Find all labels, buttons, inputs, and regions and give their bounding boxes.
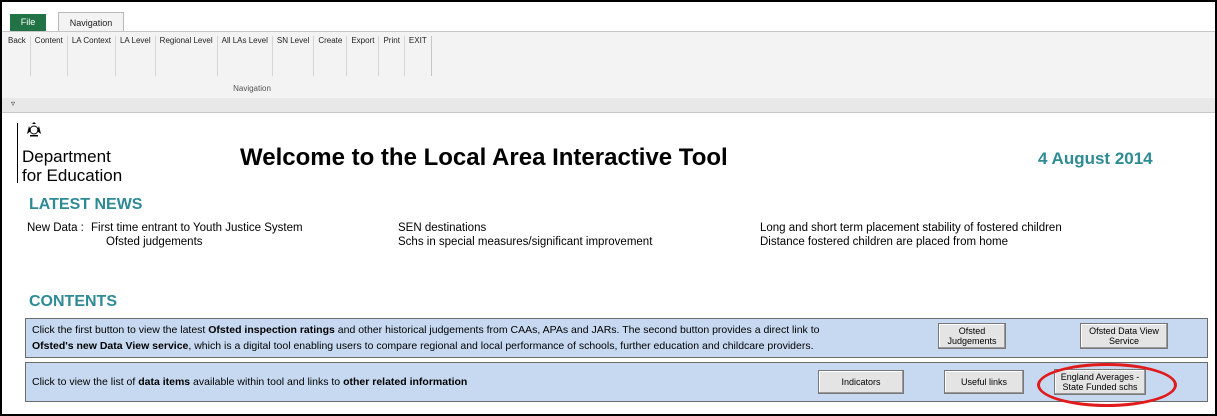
news-item: First time entrant to Youth Justice Syst…	[91, 222, 303, 234]
department-line-1: Department	[22, 147, 111, 166]
ofsted-judgements-button[interactable]: Ofsted Judgements	[938, 323, 1006, 349]
panel2-text-2: available within tool and links to	[190, 376, 344, 388]
collapse-chevron-icon[interactable]: ▿	[11, 99, 15, 108]
logo-divider-line	[17, 123, 18, 183]
ribbon-la-context-button[interactable]: LA Context	[68, 36, 116, 76]
ribbon-collapse-bar: ▿	[2, 98, 1215, 113]
page-date: 4 August 2014	[1038, 149, 1153, 168]
ribbon-create-button[interactable]: Create	[314, 36, 348, 76]
panel1-bold-2: Ofsted's new Data View service	[32, 340, 189, 352]
ribbon-regional-level-button[interactable]: Regional Level	[156, 36, 218, 76]
department-logo-text: Department for Education	[22, 147, 122, 185]
panel2-bold-2: other related information	[343, 376, 468, 388]
panel1-text-3: , which is a digital tool enabling users…	[188, 340, 814, 352]
royal-crest-icon	[27, 122, 41, 137]
news-item: Long and short term placement stability …	[760, 222, 1062, 234]
panel1-text-1: Click the first button to view the lates…	[32, 324, 209, 336]
ribbon-all-las-level-button[interactable]: All LAs Level	[218, 36, 273, 76]
department-line-2: for Education	[22, 166, 123, 185]
england-averages-button[interactable]: England Averages - State Funded schs	[1054, 369, 1146, 395]
news-item: Ofsted judgements	[106, 236, 203, 248]
tab-navigation[interactable]: Navigation	[58, 12, 124, 33]
sheet-content: Department for Education Welcome to the …	[2, 113, 1215, 414]
news-item: SEN destinations	[398, 222, 487, 234]
page-title: Welcome to the Local Area Interactive To…	[240, 144, 728, 171]
tab-file[interactable]: File	[10, 14, 46, 31]
ribbon-back-button[interactable]: Back	[4, 36, 31, 76]
data-items-panel-text: Click to view the list of data items ava…	[32, 374, 812, 390]
contents-heading: CONTENTS	[29, 293, 117, 310]
panel1-bold-1: Ofsted inspection ratings	[208, 324, 335, 336]
ribbon-panel: Back Content LA Context LA Level Regiona…	[2, 31, 1215, 99]
useful-links-button[interactable]: Useful links	[944, 370, 1024, 394]
ofsted-panel: Click the first button to view the lates…	[25, 318, 1208, 358]
ribbon-sn-level-button[interactable]: SN Level	[273, 36, 315, 76]
indicators-button[interactable]: Indicators	[818, 370, 904, 394]
ribbon-items: Back Content LA Context LA Level Regiona…	[4, 36, 432, 76]
ribbon-group-label: Navigation	[233, 84, 271, 93]
ribbon-la-level-button[interactable]: LA Level	[116, 36, 156, 76]
ribbon-print-button[interactable]: Print	[379, 36, 405, 76]
panel2-text-1: Click to view the list of	[32, 376, 139, 388]
ribbon-content-button[interactable]: Content	[31, 36, 68, 76]
ribbon-tab-bar: File Navigation	[2, 2, 1215, 33]
news-item: Schs in special measures/significant imp…	[398, 236, 653, 248]
panel2-bold-1: data items	[138, 376, 191, 388]
panel1-text-2: and other historical judgements from CAA…	[334, 324, 820, 336]
ofsted-data-view-button[interactable]: Ofsted Data View Service	[1080, 323, 1168, 349]
ofsted-panel-text: Click the first button to view the lates…	[32, 322, 952, 354]
ribbon-export-button[interactable]: Export	[347, 36, 380, 76]
new-data-label: New Data :	[27, 222, 84, 234]
data-items-panel: Click to view the list of data items ava…	[25, 362, 1208, 402]
latest-news-heading: LATEST NEWS	[29, 196, 143, 213]
news-item: Distance fostered children are placed fr…	[760, 236, 1009, 248]
ribbon-exit-button[interactable]: EXIT	[405, 36, 432, 76]
